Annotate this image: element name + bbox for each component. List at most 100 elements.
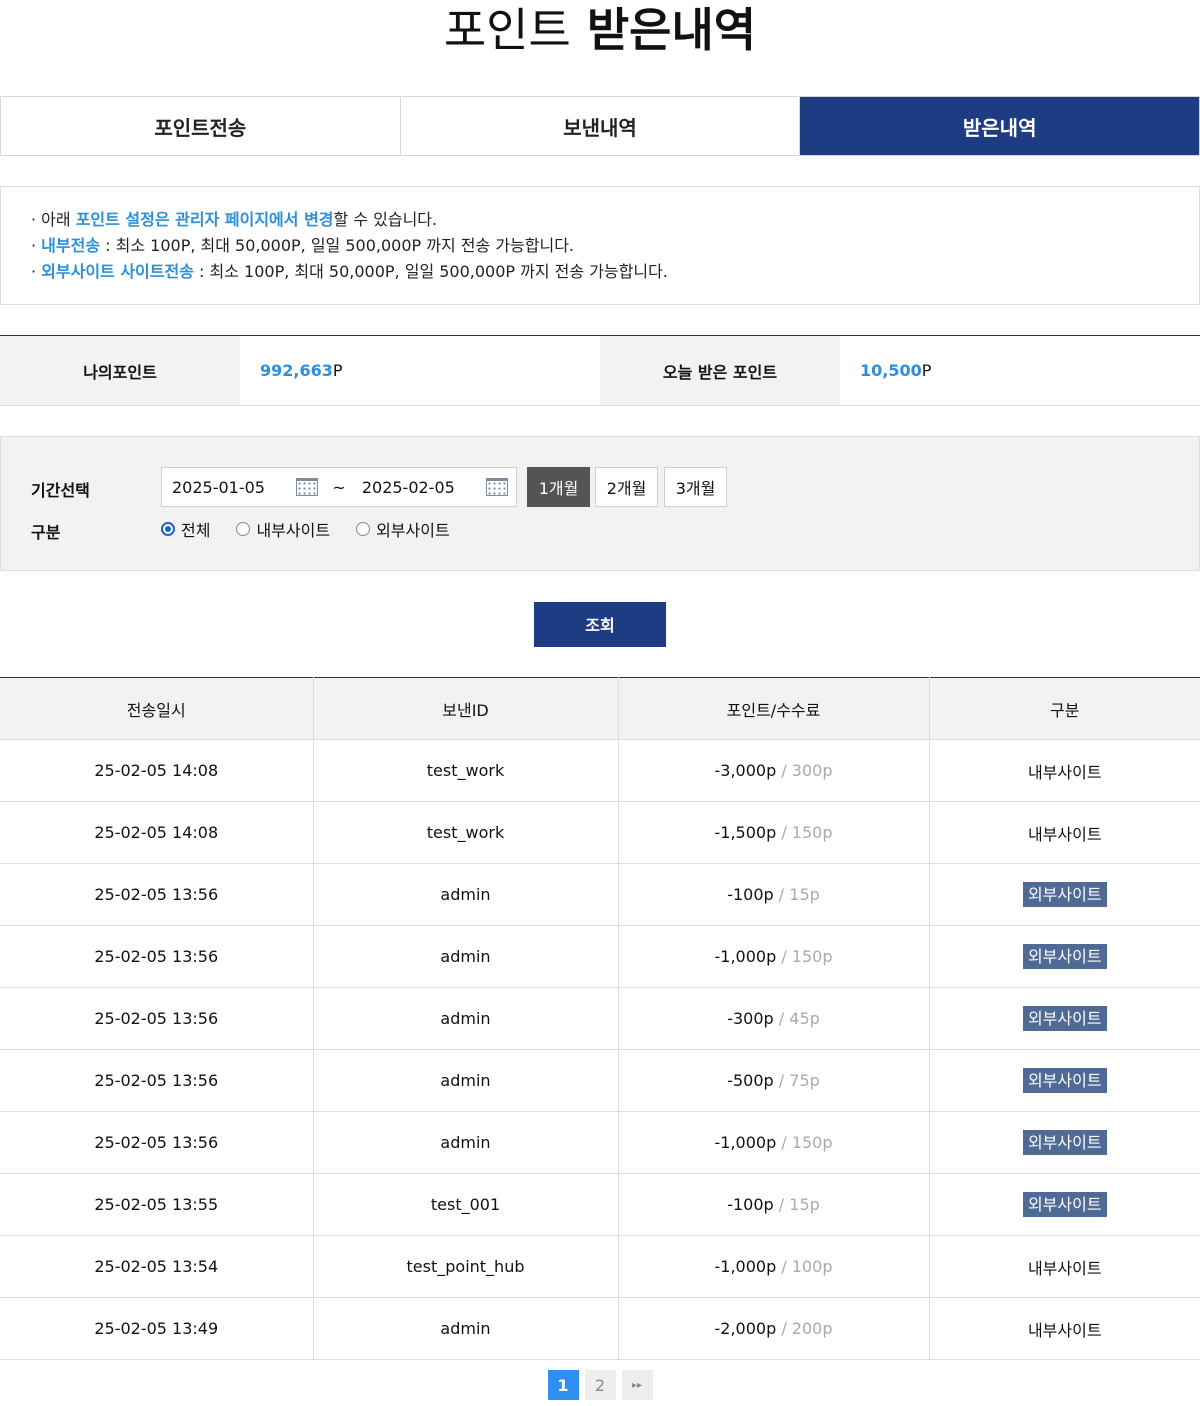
period-3month-button[interactable]: 3개월	[664, 467, 727, 507]
point-amount: -1,500p	[714, 823, 777, 842]
cell-sender-id: admin	[313, 1111, 619, 1174]
tab-bar: 포인트전송 보낸내역 받은내역	[0, 96, 1200, 156]
table-row: 25-02-05 13:54 test_point_hub -1,000p / 10…	[0, 1235, 1200, 1298]
radio-internal[interactable]: 내부사이트	[236, 517, 330, 541]
radio-external[interactable]: 외부사이트	[356, 517, 450, 541]
cell-sender-id: admin	[313, 987, 619, 1050]
cell-sender-id: test_work	[313, 739, 619, 802]
fee-amount: / 150p	[781, 823, 833, 842]
notice-line: · 아래 포인트 설정은 관리자 페이지에서 변경할 수 있습니다.	[31, 207, 1169, 233]
search-area: 조회	[0, 571, 1200, 677]
tab-received-history[interactable]: 받은내역	[800, 97, 1200, 155]
period-2month-button[interactable]: 2개월	[595, 467, 658, 507]
point-amount: -3,000p	[714, 761, 777, 780]
cell-date: 25-02-05 13:56	[0, 863, 314, 926]
search-button[interactable]: 조회	[534, 601, 666, 647]
cell-type: 외부사이트	[929, 1173, 1200, 1236]
table-row: 25-02-05 13:56 admin -1,000p / 150p 외부사이트	[0, 925, 1200, 988]
notice-highlight: 내부전송	[41, 236, 101, 255]
notice-highlight: 외부사이트 사이트전송	[41, 262, 194, 281]
tab-sent-history[interactable]: 보낸내역	[401, 97, 801, 155]
cell-type: 외부사이트	[929, 863, 1200, 926]
cell-type: 내부사이트	[929, 801, 1200, 864]
table-row: 25-02-05 13:56 admin -300p / 45p 외부사이트	[0, 987, 1200, 1050]
notice-line: · 내부전송 : 최소 100P, 최대 50,000P, 일일 500,000…	[31, 233, 1169, 259]
radio-unchecked-icon	[236, 522, 251, 536]
point-amount: -1,000p	[714, 1133, 777, 1152]
my-point-value: 992,663 P	[240, 336, 600, 405]
today-point-label: 오늘 받은 포인트	[600, 336, 840, 405]
radio-checked-icon	[161, 522, 175, 536]
next-page-icon[interactable]: ▸▸	[621, 1370, 653, 1400]
radio-label: 전체	[181, 521, 211, 540]
today-point-number: 10,500	[860, 361, 922, 380]
cell-point-fee: -500p / 75p	[618, 1049, 930, 1112]
radio-label: 외부사이트	[376, 521, 450, 540]
fee-amount: / 100p	[781, 1257, 833, 1276]
end-date-input[interactable]: 2025-02-05	[352, 478, 480, 497]
point-amount: -500p	[727, 1071, 774, 1090]
external-site-badge: 외부사이트	[1022, 1068, 1107, 1093]
cell-date: 25-02-05 13:56	[0, 925, 314, 988]
external-site-badge: 외부사이트	[1022, 1130, 1107, 1155]
date-separator: ~	[332, 477, 346, 497]
cell-type: 내부사이트	[929, 1297, 1200, 1360]
point-amount: -100p	[727, 1195, 774, 1214]
fee-amount: / 45p	[778, 1009, 820, 1028]
cell-sender-id: test_001	[313, 1173, 619, 1236]
point-amount: -100p	[727, 885, 774, 904]
fee-amount: / 150p	[781, 1133, 833, 1152]
radio-unchecked-icon	[356, 522, 371, 536]
cell-sender-id: admin	[313, 925, 619, 988]
point-summary: 나의포인트 992,663 P 오늘 받은 포인트 10,500 P	[0, 335, 1200, 406]
fee-amount: / 300p	[781, 761, 833, 780]
cell-type: 내부사이트	[929, 1235, 1200, 1298]
cell-sender-id: test_point_hub	[313, 1235, 619, 1298]
cell-sender-id: admin	[313, 863, 619, 926]
cell-date: 25-02-05 13:55	[0, 1173, 314, 1236]
page-1-button[interactable]: 1	[547, 1370, 579, 1400]
external-site-badge: 외부사이트	[1022, 1192, 1107, 1217]
notice-text: : 최소 100P, 최대 50,000P, 일일 500,000P 까지 전송…	[100, 236, 575, 255]
cell-date: 25-02-05 14:08	[0, 739, 314, 802]
table-row: 25-02-05 13:56 admin -1,000p / 150p 외부사이트	[0, 1111, 1200, 1174]
cell-sender-id: test_work	[313, 801, 619, 864]
table-header-row: 전송일시 보낸ID 포인트/수수료 구분	[0, 677, 1200, 740]
cell-date: 25-02-05 13:56	[0, 1049, 314, 1112]
table-row: 25-02-05 14:08 test_work -1,500p / 150p 내부사…	[0, 801, 1200, 864]
page-title: 포인트 받은내역	[0, 0, 1200, 96]
radio-all[interactable]: 전체	[161, 517, 210, 541]
external-site-badge: 외부사이트	[1022, 944, 1107, 969]
notice-box: · 아래 포인트 설정은 관리자 페이지에서 변경할 수 있습니다. · 내부전…	[0, 186, 1200, 305]
point-unit: P	[921, 361, 932, 380]
cell-point-fee: -100p / 15p	[618, 863, 930, 926]
point-amount: -300p	[727, 1009, 774, 1028]
notice-text: · 아래	[31, 210, 76, 229]
fee-amount: / 200p	[781, 1319, 833, 1338]
calendar-icon[interactable]	[486, 478, 508, 496]
fee-amount: / 15p	[778, 1195, 820, 1214]
point-unit: P	[332, 361, 343, 380]
internal-site-label: 내부사이트	[1027, 1258, 1102, 1278]
point-amount: -1,000p	[714, 1257, 777, 1276]
header-date: 전송일시	[0, 677, 314, 740]
cell-date: 25-02-05 13:54	[0, 1235, 314, 1298]
period-label: 기간선택	[31, 481, 90, 500]
external-site-badge: 외부사이트	[1022, 882, 1107, 907]
calendar-icon[interactable]	[296, 478, 319, 496]
tab-send-point[interactable]: 포인트전송	[1, 97, 401, 155]
notice-line: · 외부사이트 사이트전송 : 최소 100P, 최대 50,000P, 일일 …	[31, 259, 1169, 285]
cell-type: 외부사이트	[929, 1049, 1200, 1112]
type-radio-group: 전체 내부사이트 외부사이트	[161, 517, 476, 541]
table-row: 25-02-05 13:49 admin -2,000p / 200p 내부사이트	[0, 1297, 1200, 1360]
start-date-input[interactable]: 2025-01-05	[162, 478, 290, 497]
table-body: 25-02-05 14:08 test_work -3,000p / 300p 내부사…	[0, 739, 1200, 1360]
page-2-button[interactable]: 2	[584, 1370, 616, 1400]
table-row: 25-02-05 14:08 test_work -3,000p / 300p 내부사…	[0, 739, 1200, 802]
notice-text: : 최소 100P, 최대 50,000P, 일일 500,000P 까지 전송…	[193, 262, 668, 281]
cell-sender-id: admin	[313, 1049, 619, 1112]
period-1month-button[interactable]: 1개월	[527, 467, 590, 507]
external-site-badge: 외부사이트	[1022, 1006, 1107, 1031]
internal-site-label: 내부사이트	[1027, 762, 1102, 782]
fee-amount: / 150p	[781, 947, 833, 966]
